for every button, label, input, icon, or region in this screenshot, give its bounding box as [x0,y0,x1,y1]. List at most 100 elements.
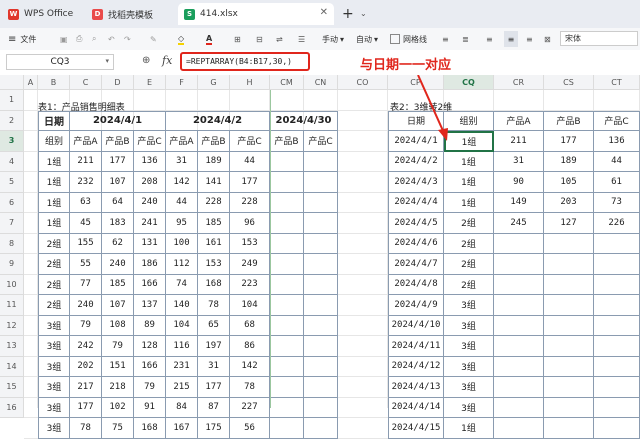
table1-empty-cell[interactable] [304,377,338,398]
table1-product-header[interactable]: 产品C [304,131,338,152]
table2-date-cell[interactable]: 2024/4/3 [388,172,444,193]
table2-value-cell[interactable] [494,336,544,357]
row-header-15[interactable]: 15 [0,377,24,398]
table1-value-cell[interactable]: 217 [70,377,102,398]
chevron-down-icon[interactable]: ▾ [105,57,109,65]
table1-empty-cell[interactable] [270,315,304,336]
row-header-7[interactable]: 7 [0,213,24,234]
table1-value-cell[interactable]: 79 [134,377,166,398]
table2-date-cell[interactable]: 2024/4/13 [388,377,444,398]
table1-group-cell[interactable]: 3组 [38,356,70,377]
table2-date-cell[interactable]: 2024/4/7 [388,254,444,275]
border-icon[interactable]: ⊞ [234,32,241,46]
table1-product-header[interactable]: 产品B [198,131,230,152]
table1-group-cell[interactable]: 2组 [38,274,70,295]
table1-value-cell[interactable]: 153 [230,233,270,254]
zoom-icon[interactable]: ⊕ [142,55,150,66]
table1-value-cell[interactable]: 112 [166,254,198,275]
font-name-select[interactable]: 宋体 [560,31,638,46]
column-header-ct[interactable]: CT [594,75,640,90]
table2-group-cell[interactable]: 1组 [444,151,494,172]
table1-value-cell[interactable]: 141 [198,172,230,193]
column-header-h[interactable]: H [230,75,270,90]
row-header-2[interactable]: 2 [0,110,24,131]
table2-header[interactable]: 产品C [594,110,640,131]
table2-date-cell[interactable]: 2024/4/8 [388,274,444,295]
table1-empty-cell[interactable] [304,151,338,172]
table1-product-header[interactable]: 产品C [230,131,270,152]
table1-group-cell[interactable]: 2组 [38,233,70,254]
table1-product-header[interactable]: 产品B [270,131,304,152]
table1-group-cell[interactable]: 1组 [38,151,70,172]
table2-value-cell[interactable] [594,356,640,377]
table2-value-cell[interactable] [494,254,544,275]
table2-value-cell[interactable]: 73 [594,192,640,213]
table1-value-cell[interactable]: 186 [134,254,166,275]
table1-value-cell[interactable]: 68 [230,315,270,336]
save-icon[interactable]: ▣ [60,32,68,46]
table2-value-cell[interactable]: 189 [544,151,594,172]
table1-value-cell[interactable]: 197 [198,336,230,357]
table2-value-cell[interactable]: 61 [594,172,640,193]
font-color-icon[interactable]: A [206,32,213,46]
table1-value-cell[interactable]: 75 [102,418,134,439]
table1-empty-cell[interactable] [270,295,304,316]
table1-value-cell[interactable]: 45 [70,213,102,234]
table2-value-cell[interactable]: 105 [544,172,594,193]
table1-value-cell[interactable]: 151 [102,356,134,377]
table2-group-cell[interactable]: 3组 [444,295,494,316]
table1-empty-cell[interactable] [270,172,304,193]
row-header-11[interactable]: 11 [0,295,24,316]
table1-empty-cell[interactable] [270,274,304,295]
row-header-6[interactable]: 6 [0,192,24,213]
column-header-f[interactable]: F [166,75,198,90]
table2-date-cell[interactable]: 2024/4/5 [388,213,444,234]
table1-value-cell[interactable]: 168 [198,274,230,295]
row-header-4[interactable]: 4 [0,151,24,172]
table1-value-cell[interactable]: 77 [70,274,102,295]
table2-group-cell[interactable]: 3组 [444,356,494,377]
table2-value-cell[interactable] [494,377,544,398]
table1-value-cell[interactable]: 189 [198,151,230,172]
table2-value-cell[interactable] [494,315,544,336]
fx-icon[interactable]: fx [162,54,172,67]
fill-color-icon[interactable]: ◇ [178,32,185,46]
table1-value-cell[interactable]: 240 [102,254,134,275]
table1-value-cell[interactable]: 107 [102,295,134,316]
table1-value-cell[interactable]: 249 [230,254,270,275]
table1-value-cell[interactable]: 136 [134,151,166,172]
table1-empty-cell[interactable] [270,356,304,377]
table1-value-cell[interactable]: 202 [70,356,102,377]
table1-value-cell[interactable]: 78 [198,295,230,316]
align-right-icon[interactable]: ≡ [526,32,533,46]
table1-value-cell[interactable]: 167 [166,418,198,439]
table2-group-cell[interactable]: 2组 [444,233,494,254]
align-left-icon[interactable]: ≡ [442,32,449,46]
column-header-co[interactable]: CO [338,75,388,90]
table1-empty-cell[interactable] [270,192,304,213]
column-header-cn[interactable]: CN [304,75,338,90]
table2-group-cell[interactable]: 2组 [444,213,494,234]
table2-value-cell[interactable] [544,336,594,357]
table2-date-cell[interactable]: 2024/4/9 [388,295,444,316]
table2-value-cell[interactable]: 31 [494,151,544,172]
table1-value-cell[interactable]: 62 [102,233,134,254]
table1-value-cell[interactable]: 79 [70,315,102,336]
tab-wps-office[interactable]: W WPS Office [2,3,82,25]
row-header-9[interactable]: 9 [0,254,24,275]
table1-group-cell[interactable]: 3组 [38,336,70,357]
table1-value-cell[interactable]: 175 [198,418,230,439]
table1-empty-cell[interactable] [270,151,304,172]
column-header-cs[interactable]: CS [544,75,594,90]
align-icon[interactable]: ☰ [298,32,305,46]
name-box[interactable]: CQ3 ▾ [6,54,114,70]
table1-value-cell[interactable]: 96 [230,213,270,234]
table1-group-cell[interactable]: 3组 [38,377,70,398]
table1-empty-cell[interactable] [304,192,338,213]
table1-product-header[interactable]: 产品B [102,131,134,152]
table1-value-cell[interactable]: 241 [134,213,166,234]
table2-value-cell[interactable] [544,377,594,398]
table1-value-cell[interactable]: 231 [166,356,198,377]
table2-value-cell[interactable]: 177 [544,131,594,152]
table2-value-cell[interactable] [544,254,594,275]
